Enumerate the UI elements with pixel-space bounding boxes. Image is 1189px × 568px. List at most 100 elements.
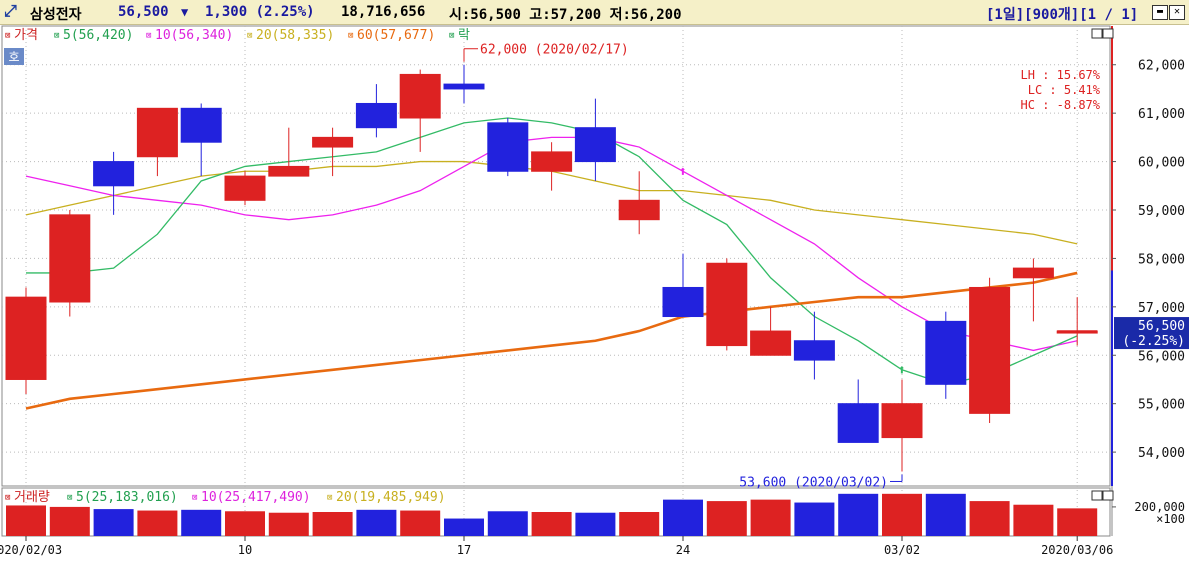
legend-marker-icon: ⊠ bbox=[192, 493, 197, 503]
date-tick-label: 17 bbox=[457, 543, 471, 557]
volume-bar bbox=[225, 511, 265, 536]
current-price: 56,500 bbox=[118, 4, 169, 20]
title-bar: ⤢ 삼성전자 56,500 ▼ 1,300 (2.25%) 18,716,656… bbox=[0, 0, 1189, 25]
candle-body bbox=[662, 286, 704, 318]
legend-marker-icon: ⊠ bbox=[67, 493, 72, 503]
volume-bar bbox=[575, 512, 616, 536]
price-tick-label: 59,000 bbox=[1138, 204, 1185, 219]
volume-bar bbox=[969, 501, 1010, 536]
ho-badge-label: 호 bbox=[8, 50, 19, 64]
volume-panel-minimize-button[interactable] bbox=[1091, 490, 1103, 501]
candle-body bbox=[969, 286, 1011, 414]
volume-bar bbox=[1057, 508, 1098, 536]
volume-bar bbox=[487, 511, 528, 536]
volume-bar bbox=[619, 512, 660, 536]
price-tick-label: 55,000 bbox=[1138, 398, 1185, 413]
price-panel-minimize-button[interactable] bbox=[1091, 28, 1103, 39]
volume-bar bbox=[6, 505, 46, 536]
volume-bar bbox=[706, 501, 747, 536]
page-info[interactable]: [1일][900개][1 / 1] bbox=[986, 4, 1138, 24]
candle-body bbox=[49, 214, 91, 303]
candle-body bbox=[793, 340, 835, 361]
volume-bar bbox=[181, 509, 222, 536]
volume-legend-item: 10(25,417,490) bbox=[201, 490, 311, 505]
chart-icon: ⤢ bbox=[4, 1, 17, 20]
candle-body bbox=[487, 122, 529, 172]
candle-body bbox=[618, 199, 660, 221]
legend-marker-icon: ⊠ bbox=[54, 31, 59, 41]
price-tick-label: 58,000 bbox=[1138, 252, 1185, 267]
volume-bar bbox=[838, 493, 879, 536]
candle-body bbox=[5, 296, 47, 380]
candle-body bbox=[837, 403, 879, 443]
volume-bar bbox=[312, 512, 353, 536]
volume-bar bbox=[663, 499, 703, 536]
candle-body bbox=[355, 102, 397, 129]
candle-body bbox=[574, 127, 616, 163]
candle-body bbox=[268, 165, 310, 177]
price-legend-item: 60(57,677) bbox=[357, 28, 435, 43]
candle-body bbox=[531, 151, 573, 172]
price-panel-close-button[interactable] bbox=[1102, 28, 1114, 39]
price-tick-label: 60,000 bbox=[1138, 156, 1185, 171]
date-tick-label: 2020/03/06 bbox=[1041, 543, 1113, 557]
volume-legend-item: 거래량 bbox=[14, 490, 50, 505]
price-legend-item: 10(56,340) bbox=[155, 28, 233, 43]
candle-body bbox=[180, 107, 222, 143]
candle-body bbox=[136, 107, 178, 158]
legend-marker-icon: ⊠ bbox=[247, 31, 252, 41]
date-tick-label: 24 bbox=[676, 543, 690, 557]
price-tick-label: 57,000 bbox=[1138, 301, 1185, 316]
price-change: 1,300 (2.25%) bbox=[205, 4, 315, 20]
current-price-label: 56,500 bbox=[1138, 319, 1185, 334]
candle-body bbox=[881, 403, 923, 439]
stat-line: LC : 5.41% bbox=[1028, 83, 1101, 97]
price-tick-label: 56,000 bbox=[1138, 349, 1185, 364]
price-panel bbox=[1, 25, 1111, 487]
price-tick-label: 62,000 bbox=[1138, 59, 1185, 74]
price-legend-item: 락 bbox=[458, 28, 470, 43]
volume-legend-item: 5(25,183,016) bbox=[76, 490, 178, 505]
legend-marker-icon: ⊠ bbox=[327, 493, 332, 503]
volume-bar bbox=[925, 493, 966, 536]
volume-unit-label: ×100 bbox=[1156, 512, 1185, 526]
trade-volume: 18,716,656 bbox=[341, 4, 426, 20]
candle-body bbox=[224, 175, 266, 201]
date-tick-label: 10 bbox=[238, 543, 252, 557]
candle-body bbox=[706, 262, 748, 347]
volume-panel-close-button[interactable] bbox=[1102, 490, 1114, 501]
stat-line: HC : -8.87% bbox=[1021, 98, 1101, 112]
legend-marker-icon: ⊠ bbox=[5, 31, 10, 41]
volume-bar bbox=[137, 510, 178, 536]
candle-body bbox=[750, 330, 792, 356]
legend-marker-icon: ⊠ bbox=[5, 493, 10, 503]
volume-bar bbox=[400, 510, 441, 536]
volume-legend-item: 20(19,485,949) bbox=[336, 490, 446, 505]
chart-area[interactable]: 54,000 55,000 56,000 57,000 58,000 59,000 60,0… bbox=[0, 24, 1189, 565]
high-annotation: 62,000 (2020/02/17) bbox=[480, 43, 629, 58]
down-arrow-icon: ▼ bbox=[181, 5, 189, 19]
legend-marker-icon: ⊠ bbox=[146, 31, 151, 41]
candlestick-chart[interactable]: 54,000 55,000 56,000 57,000 58,000 59,000 60,0… bbox=[0, 24, 1189, 565]
volume-bar bbox=[750, 499, 791, 536]
current-price-pct-label: (-2.25%) bbox=[1122, 334, 1185, 349]
volume-bar bbox=[356, 509, 397, 536]
close-button[interactable]: ✕ bbox=[1169, 5, 1185, 20]
signal-arrow-icon: ⬆ bbox=[898, 363, 906, 379]
volume-bar bbox=[49, 506, 90, 536]
legend-marker-icon: ⊠ bbox=[449, 31, 454, 41]
ohlc-summary: 시:56,500 고:57,200 저:56,200 bbox=[449, 7, 682, 23]
date-tick-label: 2020/02/03 bbox=[0, 543, 62, 557]
price-tick-label: 54,000 bbox=[1138, 446, 1185, 461]
legend-marker-icon: ⊠ bbox=[348, 31, 353, 41]
candle-body bbox=[1012, 267, 1054, 279]
volume-bar bbox=[268, 512, 309, 536]
price-legend-item: 5(56,420) bbox=[63, 28, 133, 43]
volume-bar bbox=[882, 493, 922, 536]
low-annotation: 53,600 (2020/03/02) bbox=[739, 475, 888, 490]
volume-bar bbox=[794, 502, 835, 536]
volume-bar bbox=[531, 512, 572, 536]
minimize-button[interactable]: ▬ bbox=[1152, 5, 1168, 20]
candle-body bbox=[443, 83, 485, 90]
candle-body bbox=[925, 320, 967, 385]
